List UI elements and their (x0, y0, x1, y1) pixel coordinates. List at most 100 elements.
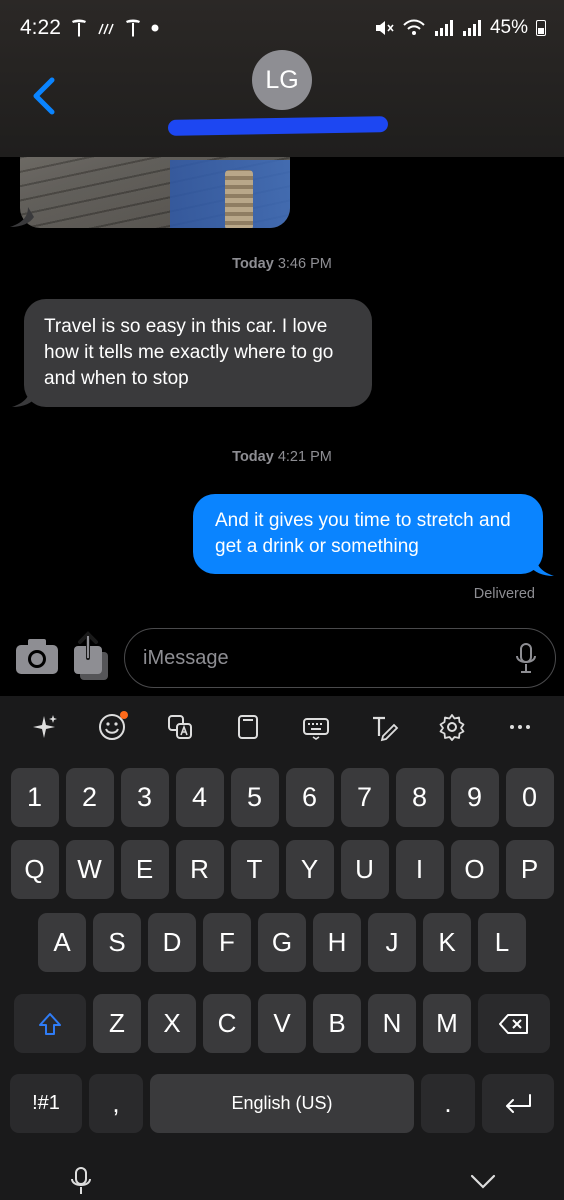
keyboard-icon (303, 718, 329, 740)
more-options-button[interactable] (498, 705, 542, 749)
key-v[interactable]: V (258, 994, 306, 1053)
timestamp-1: Today 3:46 PM (0, 256, 564, 272)
key-r[interactable]: R (175, 840, 224, 899)
back-chevron-icon[interactable] (30, 76, 58, 116)
key-k[interactable]: K (423, 913, 471, 972)
key-9[interactable]: 9 (450, 768, 499, 827)
more-icon (510, 725, 530, 729)
text-edit-icon (373, 716, 399, 742)
key-a[interactable]: A (38, 913, 86, 972)
keyboard-mode-button[interactable] (294, 705, 338, 749)
tesla-icon (125, 19, 140, 37)
period-key[interactable]: . (421, 1074, 475, 1133)
notification-dot-icon (151, 24, 159, 32)
space-bar[interactable]: English (US) (150, 1074, 414, 1133)
key-t[interactable]: T (230, 840, 279, 899)
key-y[interactable]: Y (285, 840, 334, 899)
keyboard-nav-bar (0, 1166, 564, 1200)
backspace-key[interactable] (478, 994, 550, 1053)
key-l[interactable]: L (478, 913, 526, 972)
key-w[interactable]: W (65, 840, 114, 899)
status-right-icons: 45% (374, 17, 546, 39)
key-x[interactable]: X (148, 994, 196, 1053)
timestamp-day: Today (232, 449, 274, 465)
delivered-status: Delivered (473, 586, 535, 602)
key-h[interactable]: H (313, 913, 361, 972)
key-p[interactable]: P (505, 840, 554, 899)
key-z[interactable]: Z (93, 994, 141, 1053)
key-0[interactable]: 0 (505, 768, 554, 827)
symbols-key[interactable]: !#1 (10, 1074, 82, 1133)
key-i[interactable]: I (395, 840, 444, 899)
letter-row-1: Q W E R T Y U I O P (0, 840, 564, 899)
outgoing-bubble-tail (530, 556, 554, 576)
keyboard-settings-button[interactable] (430, 705, 474, 749)
enter-key[interactable] (482, 1074, 554, 1133)
key-g[interactable]: G (258, 913, 306, 972)
timestamp-time: 4:21 PM (277, 449, 332, 465)
incoming-message-text: Travel is so easy in this car. I love ho… (44, 316, 334, 389)
timestamp-2: Today 4:21 PM (0, 449, 564, 465)
ai-sparkle-button[interactable] (22, 705, 66, 749)
enter-icon (506, 1093, 531, 1113)
key-s[interactable]: S (93, 913, 141, 972)
key-o[interactable]: O (450, 840, 499, 899)
key-q[interactable]: Q (10, 840, 59, 899)
translate-icon (168, 715, 192, 739)
key-8[interactable]: 8 (395, 768, 444, 827)
microphone-icon[interactable] (515, 642, 537, 674)
emoji-button[interactable] (90, 705, 134, 749)
imessage-input[interactable] (143, 646, 515, 670)
text-edit-button[interactable] (362, 705, 406, 749)
key-1[interactable]: 1 (10, 768, 59, 827)
voice-input-icon[interactable] (70, 1166, 92, 1196)
status-bar: 4:22 45% (0, 0, 564, 56)
translate-button[interactable] (158, 705, 202, 749)
sparkle-icon (33, 715, 57, 738)
photo-chair-leg (225, 170, 253, 228)
incoming-message-bubble[interactable]: Travel is so easy in this car. I love ho… (24, 299, 372, 407)
key-n[interactable]: N (368, 994, 416, 1053)
bottom-row: !#1 , English (US) . (0, 1074, 564, 1133)
keyboard-toolbar (0, 696, 564, 758)
outgoing-message-text: And it gives you time to stretch and get… (215, 510, 511, 557)
outgoing-message-bubble[interactable]: And it gives you time to stretch and get… (193, 494, 543, 574)
wifi-icon (403, 19, 425, 35)
camera-icon[interactable] (14, 636, 60, 676)
key-4[interactable]: 4 (175, 768, 224, 827)
signal-icon (434, 20, 453, 36)
status-time: 4:22 (20, 16, 61, 39)
key-b[interactable]: B (313, 994, 361, 1053)
shift-key[interactable] (14, 994, 86, 1053)
contact-avatar[interactable]: LG (252, 50, 312, 110)
message-input-field[interactable] (124, 628, 556, 688)
avatar-initials: LG (265, 65, 299, 94)
signal-icon (462, 20, 481, 36)
battery-icon (536, 20, 546, 36)
settings-icon (439, 714, 465, 741)
clipboard-button[interactable] (226, 705, 270, 749)
wifi-calling-icon (98, 23, 114, 35)
key-3[interactable]: 3 (120, 768, 169, 827)
key-j[interactable]: J (368, 913, 416, 972)
key-f[interactable]: F (203, 913, 251, 972)
key-e[interactable]: E (120, 840, 169, 899)
samsung-keyboard: 1 2 3 4 5 6 7 8 9 0 Q W E R T Y U I O P … (0, 696, 564, 1200)
key-c[interactable]: C (203, 994, 251, 1053)
hide-keyboard-chevron-icon[interactable] (470, 1172, 496, 1192)
backspace-icon (499, 1013, 528, 1034)
new-badge (120, 711, 128, 719)
key-6[interactable]: 6 (285, 768, 334, 827)
key-5[interactable]: 5 (230, 768, 279, 827)
key-u[interactable]: U (340, 840, 389, 899)
key-m[interactable]: M (423, 994, 471, 1053)
incoming-bubble-tail (12, 387, 36, 407)
mute-icon (375, 21, 394, 35)
letter-row-3: Z X C V B N M (0, 994, 564, 1053)
redacted-contact-name (167, 116, 389, 136)
app-share-icon[interactable] (70, 630, 110, 682)
key-d[interactable]: D (148, 913, 196, 972)
comma-key[interactable]: , (89, 1074, 143, 1133)
key-2[interactable]: 2 (65, 768, 114, 827)
key-7[interactable]: 7 (340, 768, 389, 827)
